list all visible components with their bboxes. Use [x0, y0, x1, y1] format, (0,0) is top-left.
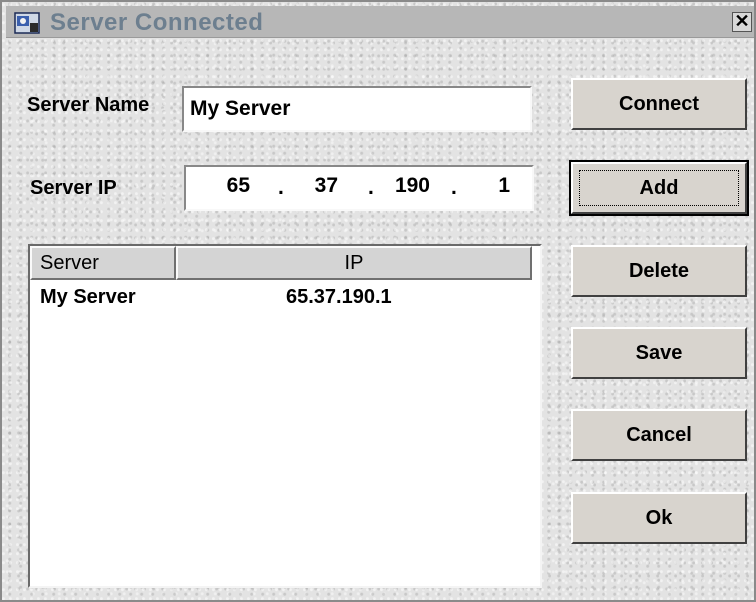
ip-octet-2[interactable]: 37 [286, 174, 338, 198]
delete-button[interactable]: Delete [571, 245, 747, 297]
ok-button[interactable]: Ok [571, 492, 747, 544]
ip-octet-1[interactable]: 65 [206, 174, 250, 198]
row-server-ip: 65.37.190.1 [286, 286, 392, 308]
window-title: Server Connected [50, 9, 264, 36]
connect-button[interactable]: Connect [571, 78, 747, 130]
ip-octet-4[interactable]: 1 [466, 174, 510, 198]
close-button[interactable]: ✕ [732, 12, 752, 32]
save-button[interactable]: Save [571, 327, 747, 379]
server-name-input[interactable] [184, 88, 530, 130]
ip-octet-3[interactable]: 190 [376, 174, 430, 198]
column-header-ip[interactable]: IP [176, 246, 532, 280]
server-ip-label: Server IP [30, 177, 117, 199]
ip-separator: . [451, 176, 457, 199]
server-dialog-window: Server Connected ✕ Server Name Server IP… [0, 0, 756, 602]
list-row[interactable]: My Server 65.37.190.1 [30, 282, 540, 312]
cancel-button[interactable]: Cancel [571, 409, 747, 461]
server-name-field[interactable] [182, 86, 532, 132]
ip-separator: . [278, 176, 284, 199]
server-list[interactable]: Server IP My Server 65.37.190.1 [28, 244, 542, 588]
column-header-server[interactable]: Server [30, 246, 176, 280]
ip-separator: . [368, 176, 374, 199]
row-server-name: My Server [40, 286, 136, 308]
add-button[interactable]: Add [569, 160, 749, 216]
server-ip-field[interactable]: 65 . 37 . 190 . 1 [184, 165, 534, 211]
server-name-label: Server Name [27, 94, 150, 116]
app-icon [14, 11, 40, 35]
add-button-label: Add [639, 177, 679, 199]
title-bar: Server Connected ✕ [6, 6, 754, 38]
close-icon: ✕ [734, 11, 750, 31]
